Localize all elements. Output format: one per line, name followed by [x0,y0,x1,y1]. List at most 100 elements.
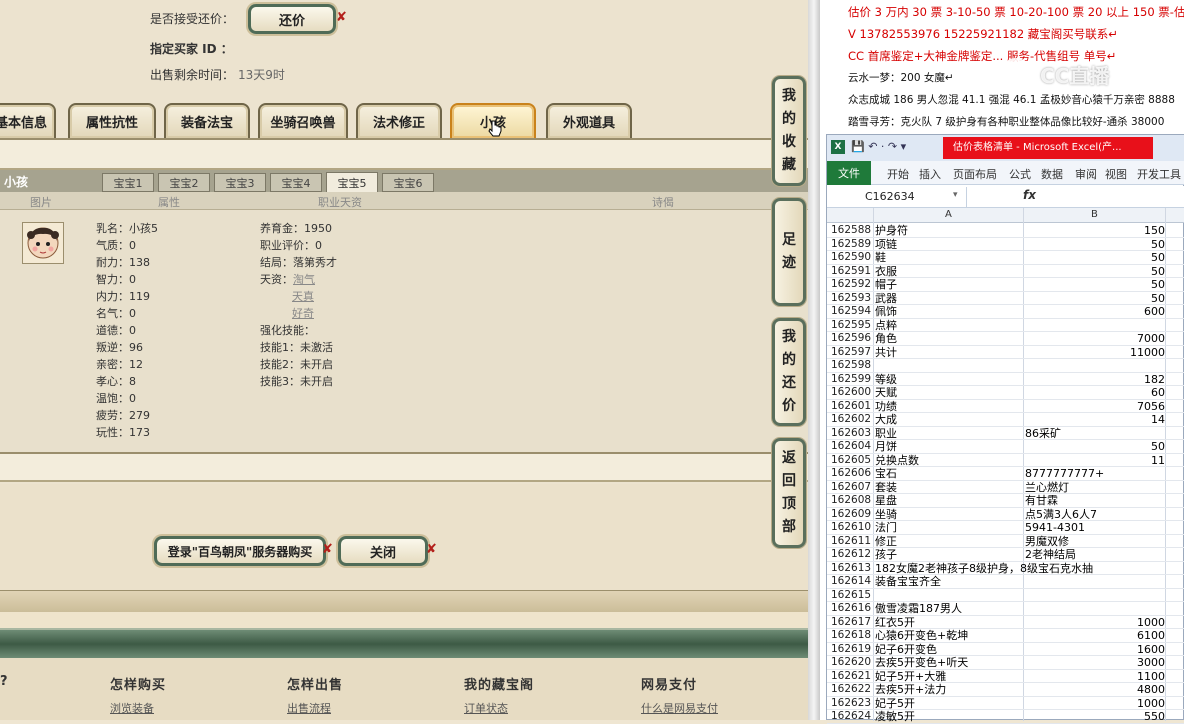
ribbon-developer[interactable]: 开发工具 [1137,166,1181,182]
cell-b[interactable]: 2老神结局 [1025,548,1165,562]
tab-attributes[interactable]: 属性抗性 [68,103,156,138]
cell-a[interactable]: 修正 [875,535,1025,549]
row-number[interactable]: 162618 [831,629,873,643]
cell-b[interactable]: 50 [1025,292,1165,306]
baby-tab-1[interactable]: 宝宝1 [102,173,154,192]
cell-a[interactable]: 武器 [875,292,1025,306]
cell-b[interactable]: 有甘霖 [1025,494,1165,508]
footer-link-sell-flow[interactable]: 出售流程 [287,700,331,716]
footer-link-browse[interactable]: 浏览装备 [110,700,154,716]
column-a-header[interactable]: A [945,209,952,220]
my-favorites-button[interactable]: 我 的 收 藏 [772,76,806,186]
cell-a[interactable]: 去疾5开+法力 [875,683,1025,697]
row-number[interactable]: 162592 [831,278,873,292]
row-number[interactable]: 162594 [831,305,873,319]
cell-b[interactable]: 50 [1025,440,1165,454]
cell-b[interactable]: 14 [1025,413,1165,427]
footer-link-pay[interactable]: 什么是网易支付 [641,700,718,716]
cell-b[interactable]: 男魔双修 [1025,535,1165,549]
cell-a[interactable]: 去疾5开变色+听天 [875,656,1025,670]
cell-a[interactable]: 红衣5开 [875,616,1025,630]
row-number[interactable]: 162593 [831,292,873,306]
cell-a[interactable]: 妃子5开 [875,697,1025,711]
cell-b[interactable]: 150 [1025,224,1165,238]
detail-value[interactable]: 好奇 [292,307,314,320]
cell-b[interactable]: 1000 [1025,616,1165,630]
row-number[interactable]: 162605 [831,454,873,468]
cell-b[interactable]: 点5满3人6人7 [1025,508,1165,522]
cell-a[interactable]: 大成 [875,413,1025,427]
row-number[interactable]: 162624 [831,710,873,724]
cell-a[interactable]: 项链 [875,238,1025,252]
cell-a[interactable]: 星盘 [875,494,1025,508]
row-number[interactable]: 162599 [831,373,873,387]
cell-a[interactable]: 套装 [875,481,1025,495]
tab-basic-info[interactable]: 基本信息 [0,103,56,138]
cell-b[interactable]: 7000 [1025,332,1165,346]
row-number[interactable]: 162595 [831,319,873,333]
cell-a[interactable]: 装备宝宝齐全 [875,575,1025,589]
cell-b[interactable]: 50 [1025,238,1165,252]
cell-a[interactable]: 妃子5开+大雅 [875,670,1025,684]
row-number[interactable]: 162620 [831,656,873,670]
row-number[interactable]: 162616 [831,602,873,616]
footprint-button[interactable]: 足 迹 [772,198,806,306]
cell-a[interactable]: 妃子6开变色 [875,643,1025,657]
cell-a[interactable]: 帽子 [875,278,1025,292]
row-number[interactable]: 162607 [831,481,873,495]
footer-link-orders[interactable]: 订单状态 [464,700,508,716]
ribbon-view[interactable]: 视图 [1105,166,1127,182]
ribbon-insert[interactable]: 插入 [919,166,941,182]
tab-mounts[interactable]: 坐骑召唤兽 [258,103,348,138]
cell-b[interactable]: 7056 [1025,400,1165,414]
tab-appearance[interactable]: 外观道具 [546,103,632,138]
cell-a[interactable]: 傲雪凌霜187男人 [875,602,1025,616]
login-purchase-button[interactable]: 登录"百鸟朝凤"服务器购买 [154,536,326,566]
back-to-top-button[interactable]: 返 回 顶 部 [772,438,806,548]
row-number[interactable]: 162612 [831,548,873,562]
row-number[interactable]: 162604 [831,440,873,454]
cell-b[interactable]: 60 [1025,386,1165,400]
row-number[interactable]: 162601 [831,400,873,414]
cell-b[interactable]: 50 [1025,278,1165,292]
row-number[interactable]: 162596 [831,332,873,346]
row-number[interactable]: 162589 [831,238,873,252]
cell-b[interactable]: 兰心燃灯 [1025,481,1165,495]
baby-tab-2[interactable]: 宝宝2 [158,173,210,192]
cell-a[interactable]: 职业 [875,427,1025,441]
cell-a[interactable]: 等级 [875,373,1025,387]
column-b-header[interactable]: B [1091,209,1098,220]
cell-b[interactable]: 1600 [1025,643,1165,657]
cell-b[interactable]: 50 [1025,265,1165,279]
my-offers-button[interactable]: 我 的 还 价 [772,318,806,426]
cell-b[interactable]: 600 [1025,305,1165,319]
row-number[interactable]: 162619 [831,643,873,657]
ribbon-formulas[interactable]: 公式 [1009,166,1031,182]
row-number[interactable]: 162623 [831,697,873,711]
cell-a[interactable]: 法门 [875,521,1025,535]
row-number[interactable]: 162621 [831,670,873,684]
row-number[interactable]: 162588 [831,224,873,238]
cell-b[interactable]: 8777777777+ [1025,467,1165,481]
cell-a[interactable]: 角色 [875,332,1025,346]
cell-a[interactable]: 共计 [875,346,1025,360]
ribbon-review[interactable]: 审阅 [1075,166,1097,182]
cell-a[interactable]: 天赋 [875,386,1025,400]
ribbon-data[interactable]: 数据 [1041,166,1063,182]
tab-spells[interactable]: 法术修正 [356,103,442,138]
cell-a[interactable]: 功绩 [875,400,1025,414]
row-number[interactable]: 162600 [831,386,873,400]
cell-a[interactable]: 坐骑 [875,508,1025,522]
row-number[interactable]: 162602 [831,413,873,427]
fx-icon[interactable]: fx [1023,188,1036,202]
cell-b[interactable]: 11000 [1025,346,1165,360]
cell-a[interactable]: 宝石 [875,467,1025,481]
row-number[interactable]: 162615 [831,589,873,603]
cell-b[interactable]: 182 [1025,373,1165,387]
cell-a[interactable]: 佩饰 [875,305,1025,319]
cell-b[interactable]: 1100 [1025,670,1165,684]
cell-a[interactable]: 点粹 [875,319,1025,333]
cell-a[interactable]: 鞋 [875,251,1025,265]
cell-a[interactable]: 月饼 [875,440,1025,454]
cell-a[interactable]: 衣服 [875,265,1025,279]
